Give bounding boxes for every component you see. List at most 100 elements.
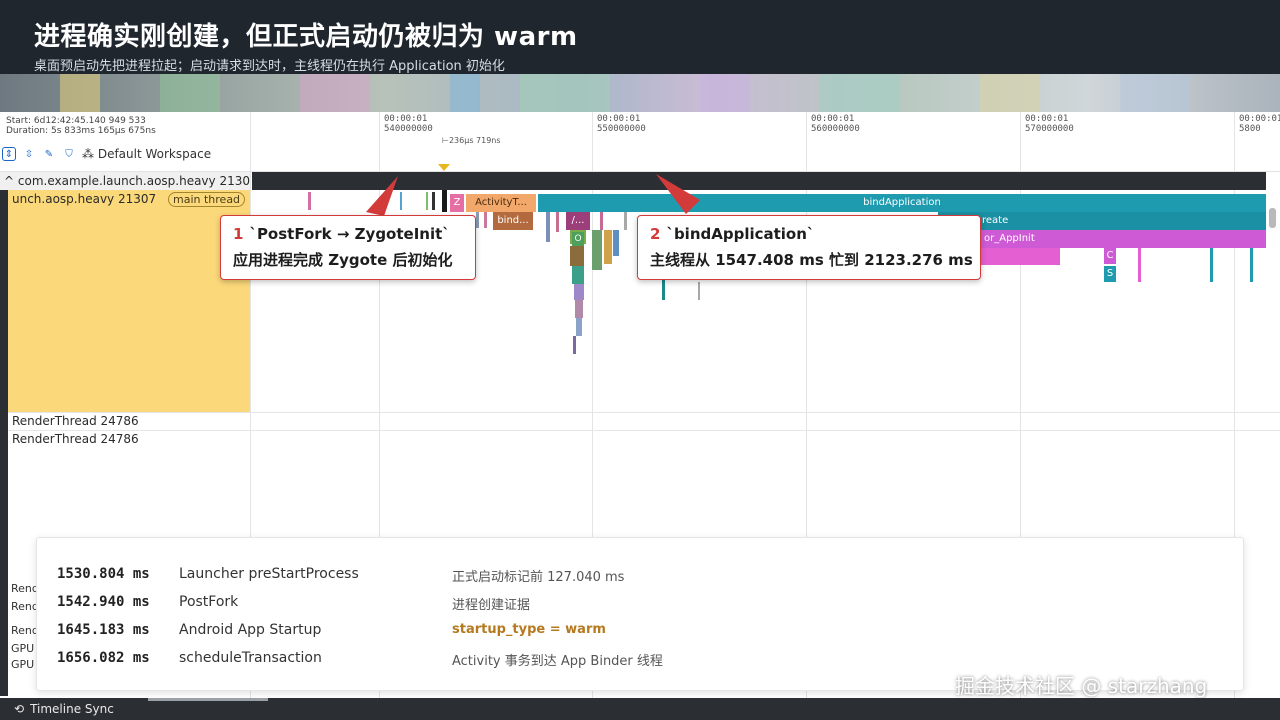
workspace-selector[interactable]: ⁂ Default Workspace (82, 147, 211, 161)
s-slice[interactable]: S (1104, 266, 1116, 282)
time-tick: 00:00:01 550000000 (597, 114, 646, 134)
callout-bind-application: 2 `bindApplication` 主线程从 1547.408 ms 忙到 2… (637, 215, 981, 280)
track-label: GPU (11, 642, 35, 655)
postfork-slice[interactable] (442, 190, 447, 212)
event-row: 1542.940 ms PostFork 进程创建证据 (37, 594, 1243, 616)
slide-subtitle: 桌面预启动先把进程拉起；启动请求到达时，主线程仍在执行 Application … (34, 59, 505, 74)
trace-info: Start: 6d12:42:45.140 949 533 Duration: … (6, 116, 156, 136)
slice[interactable] (613, 230, 619, 256)
event-note-warm: startup_type = warm (452, 622, 606, 637)
event-row: 1645.183 ms Android App Startup startup_… (37, 622, 1243, 644)
slice[interactable] (575, 300, 583, 318)
timeline-sync-label: Timeline Sync (30, 702, 114, 716)
track-label: Rend (11, 582, 39, 595)
workspace-name: Default Workspace (97, 147, 212, 161)
watermark: 掘金技术社区 @ starzhang (955, 674, 1208, 698)
sync-icon: ⟲ (14, 702, 25, 716)
callout-postfork: 1 `PostFork → ZygoteInit` 应用进程完成 Zygote 后… (220, 215, 476, 280)
process-main-track[interactable] (252, 172, 1266, 190)
panel-resize-handle[interactable] (148, 698, 268, 701)
event-summary-panel: 1530.804 ms Launcher preStartProcess 正式启… (36, 537, 1244, 691)
time-tick: 00:00:01 540000000 (384, 114, 433, 134)
activity-thread-slice[interactable]: ActivityT... (466, 194, 536, 212)
slice[interactable] (570, 246, 584, 266)
slice[interactable] (1250, 248, 1253, 282)
event-row: 1530.804 ms Launcher preStartProcess 正式启… (37, 566, 1243, 588)
create-slice[interactable]: reate (938, 212, 1266, 230)
selection-delta: ⊢236μs 719ns (442, 136, 501, 145)
main-thread-label: unch.aosp.heavy 21307 (12, 192, 157, 206)
track-label: GPU (11, 658, 35, 671)
track-divider (8, 430, 1280, 431)
cursor-marker-icon (438, 164, 450, 171)
expand-icon[interactable]: ⇕ (2, 147, 16, 161)
main-thread-badge: main thread (168, 192, 246, 207)
filter-icon[interactable]: ⛉ (62, 147, 76, 161)
track-label: Rend (11, 624, 39, 637)
event-name: scheduleTransaction (179, 650, 322, 666)
slice[interactable] (604, 230, 612, 264)
bracket-icon: ⊢ (442, 136, 449, 145)
trace-duration: Duration: 5s 833ms 165μs 675ns (6, 126, 156, 136)
timeline-sync-tab[interactable]: ⟲ Timeline Sync (6, 698, 114, 720)
slice[interactable] (400, 192, 402, 210)
slice[interactable] (574, 284, 584, 300)
event-note: 正式启动标记前 127.040 ms (452, 570, 625, 585)
time-tick: 00:00:01 570000000 (1025, 114, 1074, 134)
process-name: com.example.launch.aosp.heavy 21307 (17, 174, 250, 188)
event-time: 1656.082 ms (57, 650, 150, 666)
render-thread-label[interactable]: RenderThread 24786 (12, 432, 139, 446)
slice[interactable] (573, 336, 576, 354)
time-tick: 00:00:01 5800 (1239, 114, 1280, 134)
slice[interactable] (698, 282, 700, 300)
event-name: Launcher preStartProcess (179, 566, 359, 582)
slice[interactable] (484, 212, 487, 228)
slice[interactable] (600, 212, 603, 230)
slice[interactable] (432, 192, 435, 210)
callout-desc: 主线程从 1547.408 ms 忙到 2123.276 ms (650, 251, 973, 269)
appinit-slice[interactable]: or_AppInit (938, 230, 1266, 248)
slice[interactable] (1138, 248, 1141, 282)
render-thread-label[interactable]: RenderThread 24786 (12, 414, 139, 428)
o-slice[interactable]: O (572, 232, 584, 246)
slice[interactable] (546, 212, 550, 242)
time-tick: 00:00:01 560000000 (811, 114, 860, 134)
sub-slice[interactable]: /... (566, 212, 590, 230)
vertical-scrollbar[interactable] (1269, 208, 1276, 228)
slice[interactable] (426, 192, 428, 210)
slide-header: 进程确实刚创建，但正式启动仍被归为 warm 桌面预启动先把进程拉起；启动请求到… (0, 0, 1280, 74)
process-track-header[interactable]: ^ com.example.launch.aosp.heavy 21307 (0, 172, 250, 190)
event-time: 1645.183 ms (57, 622, 150, 638)
timeline-toolbar: ⇕ ⇳ ✎ ⛉ ⁂ Default Workspace (2, 147, 211, 161)
bind-application-slice[interactable]: bindApplication (538, 194, 1266, 212)
workspace-icon: ⁂ (82, 147, 94, 161)
slice[interactable] (1210, 248, 1213, 282)
collapse-icon[interactable]: ⇳ (22, 147, 36, 161)
callout-title: 2 `bindApplication` (650, 225, 815, 243)
bind-slice[interactable]: bind... (493, 212, 533, 230)
track-divider (8, 412, 1280, 413)
slice[interactable] (476, 212, 479, 228)
slice[interactable] (576, 318, 582, 336)
main-thread-panel[interactable] (8, 190, 250, 412)
c-slice[interactable]: C (1104, 248, 1116, 264)
trace-start: Start: 6d12:42:45.140 949 533 (6, 116, 146, 126)
slice[interactable] (592, 230, 602, 270)
z-slice[interactable]: Z (450, 194, 464, 212)
chevron-up-icon[interactable]: ^ (4, 174, 14, 188)
callout-title: 1 `PostFork → ZygoteInit` (233, 225, 450, 243)
time-ruler[interactable]: Start: 6d12:42:45.140 949 533 Duration: … (0, 112, 1280, 172)
track-label: Rend (11, 600, 39, 613)
timeline-minimap[interactable] (0, 74, 1280, 112)
slice[interactable] (308, 192, 311, 210)
callout-desc: 应用进程完成 Zygote 后初始化 (233, 251, 453, 269)
pin-icon[interactable]: ✎ (42, 147, 56, 161)
event-note: 进程创建证据 (452, 598, 531, 613)
event-time: 1542.940 ms (57, 594, 150, 610)
event-time: 1530.804 ms (57, 566, 150, 582)
bottom-panel-bar: ⟲ Timeline Sync (0, 698, 1280, 720)
slice[interactable] (556, 212, 559, 232)
slice[interactable] (572, 266, 584, 284)
slice[interactable] (624, 212, 627, 230)
slide-title: 进程确实刚创建，但正式启动仍被归为 warm (34, 22, 578, 52)
